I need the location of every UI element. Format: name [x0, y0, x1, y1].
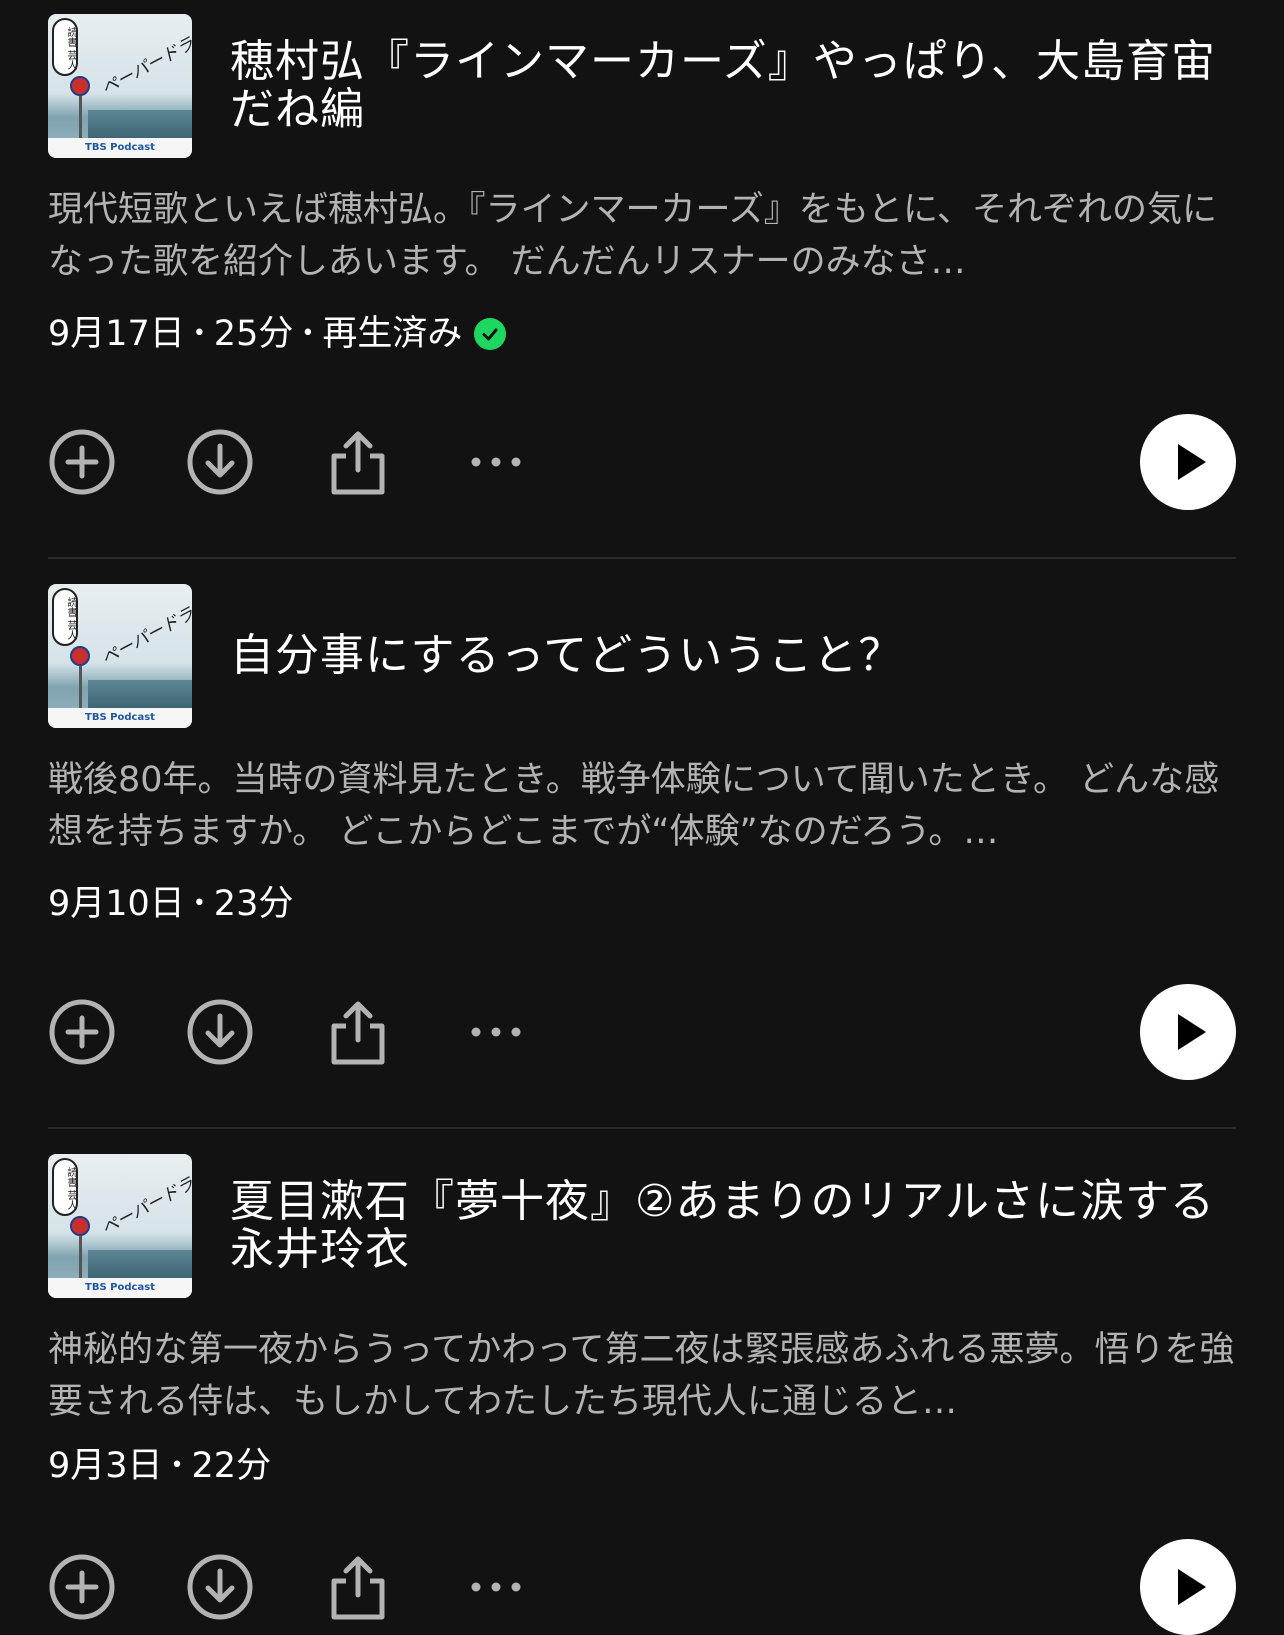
cover-building [88, 680, 192, 708]
episode-date: 9月3日 [48, 1446, 163, 1486]
episode-cover-art: 読書 芸人 ペーパードライブ TBS Podcast [48, 584, 192, 728]
check-icon [474, 318, 507, 350]
episode-title[interactable]: 夏目漱石『夢十夜』②あまりのリアルさに涙する永井玲衣 [230, 1178, 1236, 1274]
episode-divider [48, 1127, 1236, 1129]
episode-divider [48, 557, 1236, 559]
add-circle-icon[interactable] [48, 428, 116, 496]
add-circle-icon[interactable] [48, 998, 116, 1066]
cover-sign [70, 1216, 90, 1236]
episode-meta: 9月3日 • 22分 [48, 1444, 271, 1488]
cover-pole [79, 1236, 82, 1278]
download-circle-icon[interactable] [186, 1553, 254, 1621]
cover-bubble-text: 読書 芸人 [52, 18, 78, 76]
play-button[interactable] [1140, 1539, 1236, 1635]
episode-card[interactable]: 読書 芸人 ペーパードライブ TBS Podcast 穂村弘『ラインマーカーズ』… [48, 14, 1236, 510]
cover-building [88, 110, 192, 138]
cover-pole [79, 96, 82, 138]
cover-script-text: ペーパードライブ [98, 587, 192, 670]
cover-bubble-text: 読書 芸人 [52, 588, 78, 646]
cover-tag: TBS Podcast [48, 1278, 192, 1298]
episode-actions [48, 984, 1236, 1080]
cover-tag: TBS Podcast [48, 138, 192, 158]
cover-script-text: ペーパードライブ [98, 1157, 192, 1240]
share-icon[interactable] [324, 1553, 392, 1621]
share-icon[interactable] [324, 998, 392, 1066]
episode-description: 戦後80年。当時の資料見たとき。戦争体験について聞いたとき。 どんな感想を持ちま… [48, 760, 1220, 852]
cover-tag: TBS Podcast [48, 708, 192, 728]
episode-cover-art: 読書 芸人 ペーパードライブ TBS Podcast [48, 1154, 192, 1298]
episode-description: 現代短歌といえば穂村弘。『ラインマーカーズ』をもとに、それぞれの気になった歌を紹… [48, 190, 1218, 282]
episode-meta: 9月10日 • 23分 [48, 882, 293, 926]
episode-card[interactable]: 読書 芸人 ペーパードライブ TBS Podcast 自分事にするってどういうこ… [48, 584, 1236, 1080]
meta-separator: • [301, 321, 315, 346]
episode-status: 再生済み [322, 314, 463, 354]
more-dots-icon[interactable] [462, 1553, 530, 1621]
meta-separator: • [170, 1453, 184, 1478]
episode-description: 神秘的な第一夜からうってかわって第二夜は緊張感あふれる悪夢。悟りを強要される侍は… [48, 1330, 1235, 1422]
cover-pole [79, 666, 82, 708]
cover-sign [70, 76, 90, 96]
more-dots-icon[interactable] [462, 428, 530, 496]
episode-cover-art: 読書 芸人 ペーパードライブ TBS Podcast [48, 14, 192, 158]
episode-duration: 22分 [191, 1446, 272, 1486]
episode-meta: 9月17日 • 25分 • 再生済み [48, 312, 507, 356]
episode-actions [48, 414, 1236, 510]
play-icon [1178, 1569, 1206, 1605]
episode-date: 9月17日 [48, 314, 185, 354]
episode-card[interactable]: 読書 芸人 ペーパードライブ TBS Podcast 夏目漱石『夢十夜』②あまり… [48, 1154, 1236, 1635]
download-circle-icon[interactable] [186, 998, 254, 1066]
download-circle-icon[interactable] [186, 428, 254, 496]
play-icon [1178, 1014, 1206, 1050]
episode-title[interactable]: 自分事にするってどういうこと？ [230, 632, 1236, 680]
more-dots-icon[interactable] [462, 998, 530, 1066]
add-circle-icon[interactable] [48, 1553, 116, 1621]
episode-actions [48, 1539, 1236, 1635]
play-button[interactable] [1140, 414, 1236, 510]
play-icon [1178, 444, 1206, 480]
episode-date: 9月10日 [48, 884, 185, 924]
episode-duration: 25分 [213, 314, 294, 354]
cover-building [88, 1250, 192, 1278]
cover-sign [70, 646, 90, 666]
play-button[interactable] [1140, 984, 1236, 1080]
cover-bubble-text: 読書 芸人 [52, 1158, 78, 1216]
episode-title[interactable]: 穂村弘『ラインマーカーズ』やっぱり、大島育宙だね編 [230, 38, 1236, 134]
cover-script-text: ペーパードライブ [98, 17, 192, 100]
episode-duration: 23分 [213, 884, 294, 924]
meta-separator: • [192, 891, 206, 916]
share-icon[interactable] [324, 428, 392, 496]
meta-separator: • [192, 321, 206, 346]
